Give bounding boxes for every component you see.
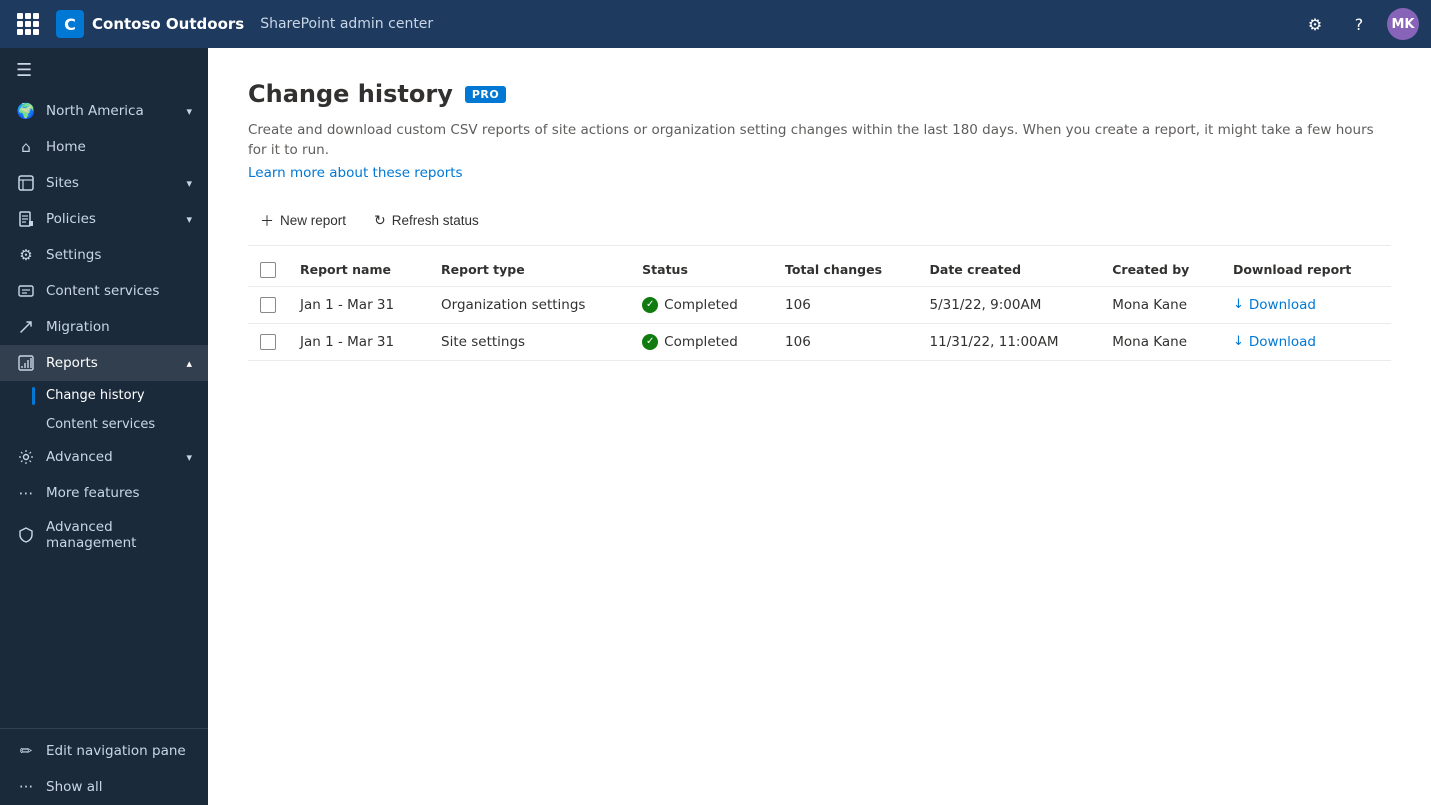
- toolbar: ＋ New report ↻ Refresh status: [248, 205, 1391, 246]
- download-icon: ↓: [1233, 297, 1244, 312]
- select-all-checkbox[interactable]: [260, 262, 276, 278]
- row-1-download: ↓ Download: [1221, 286, 1391, 323]
- col-report-type: Report type: [429, 254, 630, 287]
- row-1-download-link[interactable]: ↓ Download: [1233, 297, 1379, 313]
- advanced-icon: [16, 447, 36, 467]
- waffle-menu-button[interactable]: [12, 8, 44, 40]
- row-2-report-name: Jan 1 - Mar 31: [288, 323, 429, 360]
- col-download-report: Download report: [1221, 254, 1391, 287]
- row-1-total-changes: 106: [773, 286, 918, 323]
- brand-logo: C Contoso Outdoors: [56, 10, 244, 38]
- policies-icon: [16, 209, 36, 229]
- edit-nav-icon: ✏: [16, 741, 36, 761]
- brand-icon: C: [56, 10, 84, 38]
- sidebar-item-content-services-report[interactable]: Content services: [0, 410, 208, 439]
- chevron-down-icon: ▾: [186, 177, 192, 190]
- sidebar-item-change-history[interactable]: Change history: [0, 381, 208, 410]
- sidebar-item-region[interactable]: 🌍 North America ▾: [0, 93, 208, 129]
- download-icon: ↓: [1233, 334, 1244, 349]
- row-2-date-created: 11/31/22, 11:00AM: [918, 323, 1101, 360]
- row-1-checkbox[interactable]: [260, 297, 276, 313]
- sidebar-item-settings[interactable]: ⚙ Settings: [0, 237, 208, 273]
- refresh-icon: ↻: [374, 212, 386, 229]
- status-completed-icon: ✓: [642, 334, 658, 350]
- chevron-down-icon: ▾: [186, 451, 192, 464]
- more-features-icon: ⋯: [16, 483, 36, 503]
- page-title: Change history: [248, 80, 453, 108]
- col-status: Status: [630, 254, 773, 287]
- col-report-name: Report name: [288, 254, 429, 287]
- help-icon: ?: [1355, 15, 1364, 34]
- region-label: North America: [46, 103, 176, 119]
- brand-name: Contoso Outdoors: [92, 15, 244, 33]
- hamburger-icon: ☰: [16, 60, 32, 81]
- region-icon: 🌍: [16, 101, 36, 121]
- col-total-changes: Total changes: [773, 254, 918, 287]
- row-1-report-type: Organization settings: [429, 286, 630, 323]
- chevron-down-icon: ▾: [186, 213, 192, 226]
- sidebar-item-advanced-management[interactable]: Advanced management: [0, 511, 208, 559]
- sidebar-item-show-all[interactable]: ··· Show all: [0, 769, 208, 805]
- row-2-select: [248, 323, 288, 360]
- sidebar-item-home[interactable]: ⌂ Home: [0, 129, 208, 165]
- sites-icon: [16, 173, 36, 193]
- row-1-status: ✓ Completed: [630, 286, 773, 323]
- status-completed-icon: ✓: [642, 297, 658, 313]
- row-2-download-link[interactable]: ↓ Download: [1233, 334, 1379, 350]
- advanced-management-icon: [16, 525, 36, 545]
- pro-badge: PRO: [465, 86, 506, 103]
- sidebar-item-advanced[interactable]: Advanced ▾: [0, 439, 208, 475]
- row-1-created-by: Mona Kane: [1100, 286, 1221, 323]
- table-row: Jan 1 - Mar 31 Site settings ✓ Completed…: [248, 323, 1391, 360]
- home-icon: ⌂: [16, 137, 36, 157]
- settings-icon: ⚙: [1308, 15, 1322, 34]
- help-button[interactable]: ?: [1343, 8, 1375, 40]
- sidebar-item-edit-navigation[interactable]: ✏ Edit navigation pane: [0, 733, 208, 769]
- sidebar-item-migration[interactable]: Migration: [0, 309, 208, 345]
- row-2-report-type: Site settings: [429, 323, 630, 360]
- table-row: Jan 1 - Mar 31 Organization settings ✓ C…: [248, 286, 1391, 323]
- main-content: Change history PRO Create and download c…: [208, 48, 1431, 805]
- sidebar-item-reports[interactable]: Reports ▴: [0, 345, 208, 381]
- app-name: SharePoint admin center: [260, 16, 433, 32]
- plus-icon: ＋: [260, 211, 274, 231]
- sidebar-collapse-button[interactable]: ☰: [0, 48, 208, 93]
- chevron-up-icon: ▴: [186, 357, 192, 370]
- reports-children: Change history Content services: [0, 381, 208, 439]
- settings-icon: ⚙: [16, 245, 36, 265]
- refresh-status-button[interactable]: ↻ Refresh status: [362, 206, 491, 235]
- row-2-created-by: Mona Kane: [1100, 323, 1221, 360]
- topbar: C Contoso Outdoors SharePoint admin cent…: [0, 0, 1431, 48]
- row-2-checkbox[interactable]: [260, 334, 276, 350]
- settings-button[interactable]: ⚙: [1299, 8, 1331, 40]
- avatar[interactable]: MK: [1387, 8, 1419, 40]
- sidebar-item-content-services[interactable]: Content services: [0, 273, 208, 309]
- sidebar-bottom: ✏ Edit navigation pane ··· Show all: [0, 728, 208, 805]
- row-2-download: ↓ Download: [1221, 323, 1391, 360]
- migration-icon: [16, 317, 36, 337]
- sidebar-item-more-features[interactable]: ⋯ More features: [0, 475, 208, 511]
- select-all-header: [248, 254, 288, 287]
- new-report-button[interactable]: ＋ New report: [248, 205, 358, 237]
- waffle-icon: [17, 13, 39, 35]
- show-all-icon: ···: [16, 777, 36, 797]
- row-1-date-created: 5/31/22, 9:00AM: [918, 286, 1101, 323]
- row-1-report-name: Jan 1 - Mar 31: [288, 286, 429, 323]
- reports-icon: [16, 353, 36, 373]
- sidebar-item-sites[interactable]: Sites ▾: [0, 165, 208, 201]
- app-body: ☰ 🌍 North America ▾ ⌂ Home Sites ▾ Polic…: [0, 48, 1431, 805]
- row-1-select: [248, 286, 288, 323]
- sidebar: ☰ 🌍 North America ▾ ⌂ Home Sites ▾ Polic…: [0, 48, 208, 805]
- sidebar-item-policies[interactable]: Policies ▾: [0, 201, 208, 237]
- col-date-created: Date created: [918, 254, 1101, 287]
- row-2-total-changes: 106: [773, 323, 918, 360]
- chevron-down-icon: ▾: [186, 105, 192, 118]
- learn-more-link[interactable]: Learn more about these reports: [248, 165, 463, 181]
- content-services-icon: [16, 281, 36, 301]
- report-table: Report name Report type Status Total cha…: [248, 254, 1391, 361]
- page-header: Change history PRO: [248, 80, 1391, 108]
- page-description: Create and download custom CSV reports o…: [248, 120, 1391, 161]
- row-2-status: ✓ Completed: [630, 323, 773, 360]
- col-created-by: Created by: [1100, 254, 1221, 287]
